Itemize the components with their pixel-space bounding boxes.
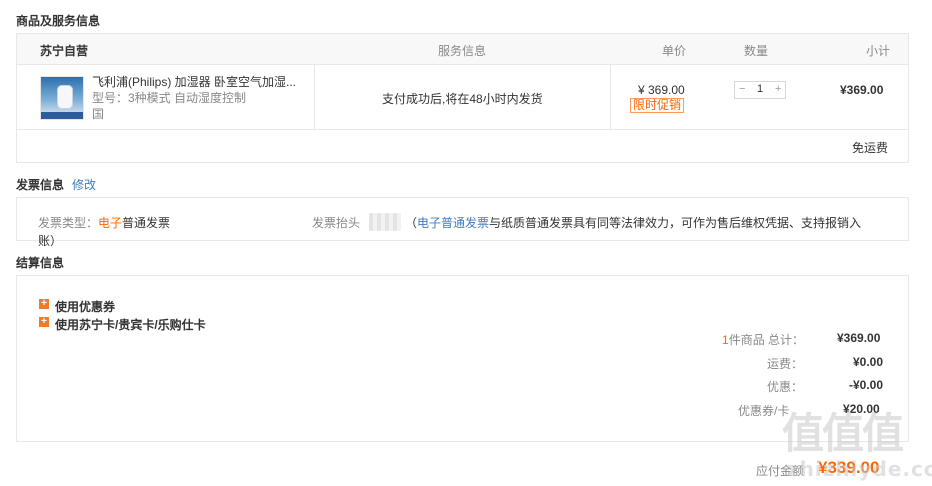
service-info: 支付成功后,将在48小时内发货 bbox=[382, 92, 543, 106]
goods-table-header: 苏宁自营 服务信息 单价 数量 小计 bbox=[17, 34, 908, 65]
qty-value[interactable]: 1 bbox=[757, 83, 763, 95]
total-value: ¥369.00 bbox=[837, 331, 881, 345]
col-header-service: 服务信息 bbox=[438, 44, 487, 58]
column-divider bbox=[610, 65, 611, 129]
invoice-header-value-redacted bbox=[369, 213, 401, 231]
qty-plus-button[interactable]: + bbox=[775, 83, 781, 95]
column-divider bbox=[314, 65, 315, 129]
item-count-label: 1件商品 总计： bbox=[722, 331, 804, 348]
invoice-type-label: 发票类型： bbox=[38, 216, 99, 230]
freight-value: ¥0.00 bbox=[853, 355, 884, 369]
promo-badge: 限时促销 bbox=[630, 98, 685, 113]
invoice-note: （电子普通发票与纸质普通发票具有同等法律效力，可作为售后维权凭据、支持报销入 bbox=[405, 214, 861, 231]
col-header-price: 单价 bbox=[662, 44, 687, 58]
table-row: 飞利浦(Philips) 加湿器 卧室空气加湿... 型号：3种模式 自动湿度控… bbox=[17, 65, 908, 130]
qty-minus-button[interactable]: − bbox=[739, 83, 745, 95]
total-label: 件商品 总计： bbox=[728, 333, 805, 347]
product-info: 飞利浦(Philips) 加湿器 卧室空气加湿... 型号：3种模式 自动湿度控… bbox=[92, 74, 317, 122]
discount-value: -¥0.00 bbox=[849, 378, 884, 392]
item-subtotal: ¥369.00 bbox=[840, 83, 884, 97]
expand-plus-icon[interactable]: + bbox=[39, 299, 49, 309]
col-header-qty: 数量 bbox=[744, 44, 769, 58]
product-model: 型号：3种模式 自动湿度控制 bbox=[92, 91, 247, 105]
invoice-note-open: （ bbox=[405, 216, 418, 230]
invoice-edit-link[interactable]: 修改 bbox=[72, 176, 96, 193]
goods-table: 苏宁自营 服务信息 单价 数量 小计 飞利浦(Philips) 加湿器 卧室空气… bbox=[16, 33, 909, 163]
discount-label: 优惠： bbox=[767, 380, 804, 394]
invoice-section-title: 发票信息 bbox=[16, 178, 65, 192]
invoice-box: 发票类型：电子普通发票 账） 发票抬头 （电子普通发票与纸质普通发票具有同等法律… bbox=[16, 197, 909, 248]
invoice-type-wrap: 账） bbox=[38, 234, 63, 248]
product-thumbnail[interactable] bbox=[40, 76, 84, 120]
store-name: 苏宁自营 bbox=[40, 44, 89, 58]
shipping-note: 免运费 bbox=[852, 141, 889, 155]
watermark-site: zhizhiyde.com bbox=[787, 457, 932, 481]
card-option-label[interactable]: 使用苏宁卡/贵宾卡/乐购仕卡 bbox=[55, 316, 206, 333]
unit-price: ¥ 369.00 bbox=[638, 83, 685, 97]
goods-section-title: 商品及服务信息 bbox=[16, 14, 101, 28]
quantity-stepper: − 1 + bbox=[734, 81, 786, 99]
product-name[interactable]: 飞利浦(Philips) 加湿器 卧室空气加湿... bbox=[92, 74, 317, 90]
settle-section-title: 结算信息 bbox=[16, 256, 65, 270]
invoice-type-row: 发票类型：电子普通发票 bbox=[38, 214, 170, 231]
coupon-option-label[interactable]: 使用优惠券 bbox=[55, 298, 115, 315]
invoice-note-link[interactable]: 电子普通发票 bbox=[417, 216, 489, 230]
freight-label: 运费： bbox=[767, 357, 804, 371]
col-header-subtotal: 小计 bbox=[866, 44, 891, 58]
settle-box: + 使用优惠券 + 使用苏宁卡/贵宾卡/乐购仕卡 1件商品 总计： ¥369.0… bbox=[16, 275, 909, 442]
expand-plus-icon[interactable]: + bbox=[39, 317, 49, 327]
watermark-logo: 值值值 bbox=[782, 409, 904, 458]
invoice-type-highlight: 电子 bbox=[98, 216, 123, 230]
item-count: 1 bbox=[722, 333, 729, 347]
product-model-cont: 国 bbox=[92, 107, 105, 121]
invoice-header-label: 发票抬头 bbox=[312, 216, 361, 230]
invoice-note-text: 与纸质普通发票具有同等法律效力，可作为售后维权凭据、支持报销入 bbox=[489, 216, 862, 230]
invoice-type-value: 普通发票 bbox=[122, 216, 171, 230]
